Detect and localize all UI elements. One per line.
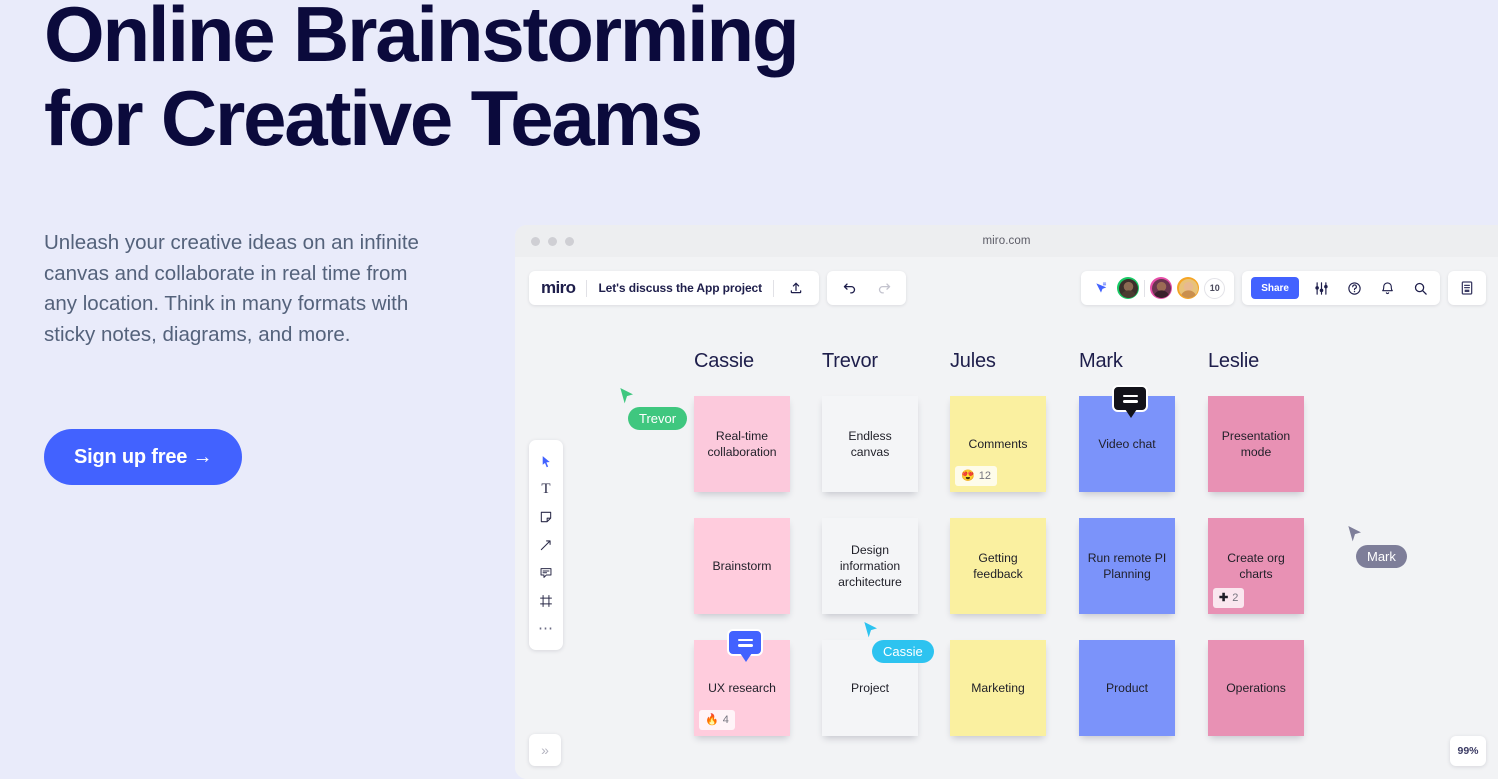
column-header-cassie: Cassie xyxy=(694,350,754,372)
comment-bubble-icon[interactable] xyxy=(1112,385,1148,418)
sticky-note-text: Real-time collaboration xyxy=(707,429,777,459)
sticky-note[interactable]: Run remote PI Planning xyxy=(1079,518,1175,614)
sticky-note[interactable]: Presentation mode xyxy=(1208,396,1304,492)
sticky-note[interactable]: Design information architecture xyxy=(822,518,918,614)
minimize-dot-icon xyxy=(548,236,557,246)
sticky-note[interactable]: Operations xyxy=(1208,640,1304,736)
zoom-level-indicator[interactable]: 99% xyxy=(1450,736,1486,766)
plus-emoji-icon: ✚ xyxy=(1219,592,1229,604)
sticky-note-text: Design information architecture xyxy=(838,543,902,589)
sticky-note[interactable]: Comments 😍 12 xyxy=(950,396,1046,492)
cursor-pointer-icon xyxy=(1347,525,1363,548)
browser-window-mockup: miro.com miro Let's discuss the App proj… xyxy=(515,225,1498,779)
sticky-note-text: Create org charts xyxy=(1227,551,1285,581)
sticky-note-text: UX research xyxy=(708,681,776,695)
sticky-note[interactable]: Create org charts ✚ 2 xyxy=(1208,518,1304,614)
sticky-note-text: Project xyxy=(851,681,889,695)
sticky-note-text: Run remote PI Planning xyxy=(1087,551,1167,581)
sticky-note-text: Video chat xyxy=(1098,437,1156,451)
sticky-note-text: Getting feedback xyxy=(973,551,1023,581)
sticky-note[interactable]: Marketing xyxy=(950,640,1046,736)
column-header-mark: Mark xyxy=(1079,350,1123,372)
cursor-label-cassie: Cassie xyxy=(872,640,934,663)
cursor-pointer-icon xyxy=(619,387,635,410)
browser-titlebar: miro.com xyxy=(515,225,1498,257)
column-header-jules: Jules xyxy=(950,350,996,372)
reaction-count: 4 xyxy=(722,714,729,726)
reaction-count: 12 xyxy=(978,470,991,482)
landing-page: Online Brainstorming for Creative Teams … xyxy=(0,0,1498,779)
sticky-note[interactable]: Brainstorm xyxy=(694,518,790,614)
address-bar-url: miro.com xyxy=(982,235,1031,247)
column-header-trevor: Trevor xyxy=(822,350,878,372)
hero-description: Unleash your creative ideas on an infini… xyxy=(44,231,419,346)
fire-emoji-icon: 🔥 xyxy=(705,714,719,726)
cursor-label-trevor: Trevor xyxy=(628,407,688,430)
sticky-note[interactable]: Real-time collaboration xyxy=(694,396,790,492)
sticky-note[interactable]: Getting feedback xyxy=(950,518,1046,614)
sticky-note[interactable]: Endless canvas xyxy=(822,396,918,492)
sticky-note-text: Operations xyxy=(1226,681,1286,695)
close-dot-icon xyxy=(531,236,540,246)
column-header-leslie: Leslie xyxy=(1208,350,1260,372)
sticky-note-text: Presentation mode xyxy=(1221,429,1291,459)
miro-app: miro Let's discuss the App project 10 Sh… xyxy=(515,257,1498,779)
heart-eyes-emoji-icon: 😍 xyxy=(961,470,975,482)
sticky-note[interactable]: Product xyxy=(1079,640,1175,736)
reaction-badge[interactable]: 🔥 4 xyxy=(699,710,735,730)
comment-bubble-icon[interactable] xyxy=(727,629,763,662)
reaction-count: 2 xyxy=(1232,592,1239,604)
expand-panel-button[interactable]: » xyxy=(529,734,561,766)
sticky-note-text: Comments xyxy=(968,437,1028,451)
sign-up-free-button[interactable]: Sign up free → xyxy=(44,429,243,485)
reaction-badge[interactable]: ✚ 2 xyxy=(1213,588,1245,608)
cursor-label-mark: Mark xyxy=(1356,545,1407,568)
cursor-pointer-icon xyxy=(863,621,879,644)
sticky-note-text: Brainstorm xyxy=(712,559,772,573)
reaction-badge[interactable]: 😍 12 xyxy=(955,466,997,486)
sticky-note-text: Marketing xyxy=(971,681,1025,695)
page-title: Online Brainstorming for Creative Teams xyxy=(44,0,800,162)
sticky-note-text: Product xyxy=(1105,681,1148,695)
board-canvas[interactable]: Cassie Trevor Jules Mark Leslie Real-tim… xyxy=(515,257,1498,779)
traffic-lights xyxy=(531,236,574,246)
maximize-dot-icon xyxy=(565,236,574,246)
sticky-note-text: Endless canvas xyxy=(848,429,892,459)
